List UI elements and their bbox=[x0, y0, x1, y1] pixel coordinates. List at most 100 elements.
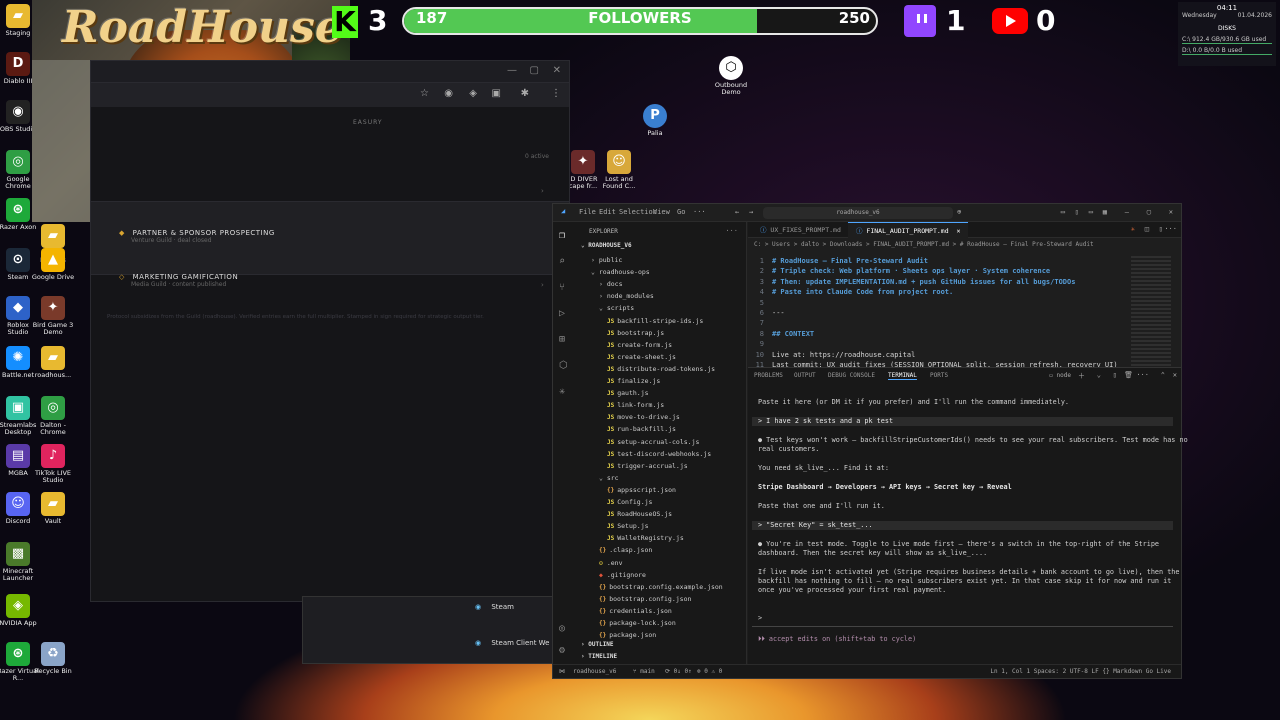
maximize-icon[interactable]: ▢ bbox=[530, 65, 539, 76]
desktop-icon[interactable]: ▲ Google Drive bbox=[31, 248, 75, 281]
tree-item[interactable]: JS gauth.js bbox=[607, 387, 649, 399]
terminal-profile[interactable]: ▭ node bbox=[1049, 372, 1071, 379]
search-icon[interactable]: ⌕ bbox=[559, 256, 565, 267]
tree-item[interactable]: {} credentials.json bbox=[599, 605, 672, 617]
layout-icon[interactable]: ▭ bbox=[1089, 208, 1093, 216]
timeline-section[interactable]: › TIMELINE bbox=[581, 653, 617, 660]
desktop-icon[interactable]: ◎ Dalton - Chrome bbox=[31, 396, 75, 436]
desktop-icon[interactable]: ▩ Minecraft Launcher bbox=[0, 542, 40, 582]
split-terminal-icon[interactable]: ▯ bbox=[1113, 371, 1117, 379]
tab-ux-fixes[interactable]: ⓘ UX_FIXES_PROMPT.md bbox=[752, 222, 849, 238]
tree-item[interactable]: JS bootstrap.js bbox=[607, 327, 664, 339]
vscode-window[interactable]: ◢ File Edit Selection View Go ··· ← → ro… bbox=[552, 203, 1188, 679]
desktop-icon[interactable]: ◈ NVIDIA App bbox=[0, 594, 40, 627]
explorer-icon[interactable]: ❐ bbox=[559, 230, 565, 241]
desktop-icon[interactable]: ♻ Recycle Bin bbox=[31, 642, 75, 675]
desktop-icon-lost-and-found[interactable]: ☺ Lost and Found C... bbox=[596, 150, 642, 190]
terminal-panel[interactable]: PROBLEMS OUTPUT DEBUG CONSOLE TERMINAL PORTS… bbox=[748, 367, 1188, 664]
status-problems[interactable]: ⊗ 0 ⚠ 0 bbox=[697, 668, 722, 675]
desktop-icon[interactable]: ▰ Vault bbox=[31, 492, 75, 525]
panel-tab[interactable]: DEBUG CONSOLE bbox=[828, 372, 875, 379]
close-tab-icon[interactable]: ✕ bbox=[957, 227, 961, 235]
tree-item[interactable]: › node_modules bbox=[599, 290, 654, 302]
code-line[interactable]: 4 # Paste into Claude Code from project r… bbox=[748, 287, 953, 298]
tree-item[interactable]: ⌄ src bbox=[599, 472, 619, 484]
source-control-icon[interactable]: ⑂ bbox=[559, 282, 565, 293]
nav-back-icon[interactable]: ← bbox=[735, 208, 739, 216]
desktop-icon-palia[interactable]: P Palia bbox=[632, 104, 678, 137]
tree-item[interactable]: ⌄ roadhouse-ops bbox=[591, 266, 650, 278]
popup-item-steam-client[interactable]: ◉ Steam Client We bbox=[475, 639, 549, 647]
layout-icon[interactable]: ▦ bbox=[1103, 208, 1107, 216]
tree-item[interactable]: {} package.json bbox=[599, 629, 656, 641]
menu-more[interactable]: ··· bbox=[693, 208, 706, 216]
code-line[interactable]: 9 bbox=[748, 339, 772, 350]
tree-item[interactable]: {} appsscript.json bbox=[607, 484, 676, 496]
chevron-icon[interactable]: › bbox=[541, 281, 544, 289]
root-folder[interactable]: ⌄ ROADHOUSE_V6 bbox=[581, 242, 632, 249]
desktop-icon-outbound-demo[interactable]: ⬡ Outbound Demo bbox=[708, 56, 754, 96]
code-line[interactable]: 10 Live at: https://roadhouse.capital bbox=[748, 350, 916, 361]
code-line[interactable]: 6 --- bbox=[748, 308, 785, 319]
close-icon[interactable]: ✕ bbox=[553, 65, 561, 76]
nav-forward-icon[interactable]: → bbox=[749, 208, 753, 216]
status-right[interactable]: Ln 1, Col 1 Spaces: 2 UTF-8 LF {} Markdo… bbox=[990, 668, 1171, 675]
more-actions-icon[interactable]: ··· bbox=[1164, 225, 1177, 233]
chevron-icon[interactable]: › bbox=[541, 187, 544, 195]
tab-final-audit[interactable]: ⓘ FINAL_AUDIT_PROMPT.md ✕ bbox=[848, 222, 969, 238]
close-panel-icon[interactable]: ✕ bbox=[1173, 371, 1177, 379]
menu-file[interactable]: File bbox=[579, 208, 596, 216]
remote-indicator[interactable]: ⋈ bbox=[559, 668, 565, 675]
star-icon[interactable]: ☆ bbox=[420, 88, 429, 99]
extension-icon[interactable]: ◉ bbox=[444, 88, 453, 99]
run-debug-icon[interactable]: ▷ bbox=[559, 308, 565, 319]
menu-icon[interactable]: ⋮ bbox=[551, 88, 561, 99]
chevron-down-icon[interactable]: ⌄ bbox=[1097, 371, 1101, 379]
outline-section[interactable]: › OUTLINE bbox=[581, 641, 614, 648]
minimize-icon[interactable]: — bbox=[507, 65, 517, 76]
layout-icon[interactable]: ▯ bbox=[1075, 208, 1079, 216]
claude-icon[interactable]: ✳ bbox=[1131, 225, 1135, 233]
code-line[interactable]: 5 bbox=[748, 298, 772, 309]
tree-item[interactable]: JS test-discord-webhooks.js bbox=[607, 448, 711, 460]
editor-area[interactable]: ⓘ UX_FIXES_PROMPT.md ⓘ FINAL_AUDIT_PROMP… bbox=[748, 222, 1181, 374]
layout-icon[interactable]: ▭ bbox=[1061, 208, 1065, 216]
task-marketing-gamification[interactable]: ◇ MARKETING GAMIFICATION Media Guild · c… bbox=[119, 273, 238, 288]
preview-icon[interactable]: ◫ bbox=[1145, 225, 1149, 233]
panel-tab[interactable]: PROBLEMS bbox=[754, 372, 783, 379]
tree-item[interactable]: JS distribute-road-tokens.js bbox=[607, 363, 715, 375]
status-branch[interactable]: ⑂ main bbox=[633, 668, 655, 675]
popup-item-steam[interactable]: ◉ Steam bbox=[475, 603, 514, 611]
status-sync[interactable]: ⟳ 0↓ 0↑ bbox=[665, 668, 692, 675]
extension-icon[interactable]: ▣ bbox=[492, 88, 501, 99]
split-editor-icon[interactable]: ▯ bbox=[1159, 225, 1163, 233]
tree-item[interactable]: JS link-form.js bbox=[607, 399, 664, 411]
tree-item[interactable]: JS Setup.js bbox=[607, 520, 649, 532]
extensions-icon[interactable]: ⊞ bbox=[559, 334, 565, 345]
tree-item[interactable]: {} bootstrap.config.example.json bbox=[599, 581, 723, 593]
menu-edit[interactable]: Edit bbox=[599, 208, 616, 216]
minimap[interactable] bbox=[1131, 256, 1171, 366]
desktop-icon[interactable]: ✦ Bird Game 3 Demo bbox=[31, 296, 75, 336]
command-search[interactable]: roadhouse_v6 bbox=[763, 207, 953, 219]
tree-item[interactable]: {} bootstrap.config.json bbox=[599, 593, 691, 605]
tree-item[interactable]: JS setup-accrual-cols.js bbox=[607, 436, 699, 448]
tree-item[interactable]: JS move-to-drive.js bbox=[607, 411, 680, 423]
browser-window[interactable]: — ▢ ✕ ☆ ◉ ◈ ▣ ✱ ⋮ EASURY 0 active › › ◆ … bbox=[90, 60, 570, 602]
tree-item[interactable]: › public bbox=[591, 254, 622, 266]
tree-item[interactable]: JS WalletRegistry.js bbox=[607, 532, 684, 544]
tree-item[interactable]: {} .clasp.json bbox=[599, 544, 652, 556]
desktop-icon[interactable]: ▰ roadhous... bbox=[31, 346, 75, 379]
tree-item[interactable]: › docs bbox=[599, 278, 622, 290]
maximize-panel-icon[interactable]: ⌃ bbox=[1161, 371, 1165, 379]
tree-item[interactable]: JS RoadHouseOS.js bbox=[607, 508, 672, 520]
trash-icon[interactable]: 🗑 bbox=[1124, 371, 1133, 379]
tree-item[interactable]: ⌄ scripts bbox=[599, 302, 634, 314]
tree-item[interactable]: ⚙ .env bbox=[599, 557, 622, 569]
gear-icon[interactable]: ⚙ bbox=[559, 645, 565, 656]
tree-item[interactable]: JS finalize.js bbox=[607, 375, 660, 387]
tree-item[interactable]: JS create-form.js bbox=[607, 339, 672, 351]
minimize-icon[interactable]: — bbox=[1125, 208, 1129, 216]
tree-item[interactable]: JS run-backfill.js bbox=[607, 423, 676, 435]
remote-icon[interactable]: ⬡ bbox=[559, 360, 568, 371]
